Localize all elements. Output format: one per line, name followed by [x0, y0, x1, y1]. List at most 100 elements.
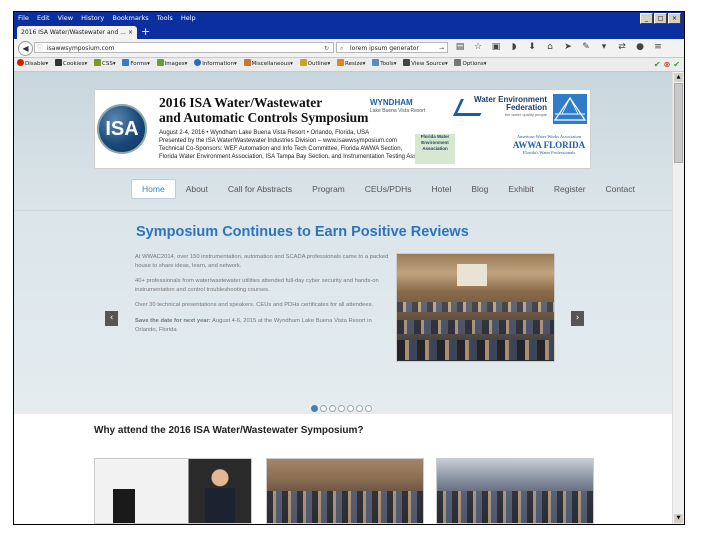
audience-thumbnail[interactable] — [266, 458, 424, 524]
carousel-dot[interactable] — [320, 405, 327, 412]
carousel-dot[interactable] — [347, 405, 354, 412]
view-source-icon — [403, 59, 411, 66]
devbar-view-source[interactable]: View Source▾ — [403, 58, 448, 71]
hero-section: ISA 2016 ISA Water/Wastewater and Automa… — [14, 72, 673, 414]
carousel-next-icon[interactable]: › — [571, 311, 584, 326]
tools-icon — [372, 59, 380, 66]
url-text: isawwsymposium.com — [47, 45, 115, 52]
site-info-icon[interactable]: ⓘ — [37, 43, 43, 54]
nav-call-for-abstracts[interactable]: Call for Abstracts — [218, 179, 302, 199]
menu-bookmarks[interactable]: Bookmarks — [109, 12, 151, 24]
send-icon[interactable]: ➤ — [562, 41, 574, 54]
pencil-icon[interactable]: ✎ — [580, 41, 592, 54]
scroll-up-icon[interactable]: ▲ — [674, 73, 683, 82]
menu-help[interactable]: Help — [178, 12, 199, 24]
home-icon[interactable]: ⌂ — [544, 41, 556, 54]
carousel-dot[interactable] — [365, 405, 372, 412]
divider — [14, 210, 673, 211]
nav-program[interactable]: Program — [302, 179, 355, 199]
conference-photo — [396, 253, 555, 362]
devbar-options[interactable]: Options▾ — [454, 58, 486, 71]
slide-paragraph: Over 30 technical presentations and spea… — [135, 302, 374, 309]
nav-blog[interactable]: Blog — [461, 179, 498, 199]
banner-info: August 2-4, 2016 • Wyndham Lake Buena Vi… — [159, 130, 438, 160]
vertical-scrollbar[interactable]: ▲ ▼ — [672, 72, 684, 524]
menu-bar: File Edit View History Bookmarks Tools H… — [14, 12, 684, 24]
dropdown-icon[interactable]: ▾ — [598, 41, 610, 54]
devbar-css[interactable]: CSS▾ — [93, 58, 116, 71]
scroll-down-icon[interactable]: ▼ — [674, 514, 683, 523]
devbar-resize[interactable]: Resize▾ — [337, 58, 365, 71]
menu-icon[interactable]: ≡ — [652, 41, 664, 54]
download-icon[interactable]: ⬇ — [526, 41, 538, 54]
tab-isa-symposium[interactable]: 2016 ISA Water/Wastewater and ... × — [17, 26, 137, 39]
search-input[interactable]: ⌕ lorem ipsum generator → — [336, 42, 448, 53]
reading-list-icon[interactable]: ▤ — [454, 41, 466, 54]
session-thumbnail[interactable] — [436, 458, 594, 524]
devbar-images[interactable]: Images▾ — [156, 58, 187, 71]
maximize-button[interactable]: □ — [654, 13, 667, 24]
menu-history[interactable]: History — [78, 12, 107, 24]
window-controls: _ □ × — [640, 13, 681, 24]
nav-register[interactable]: Register — [544, 179, 596, 199]
share-icon[interactable]: ⇄ — [616, 41, 628, 54]
carousel-dot[interactable] — [356, 405, 363, 412]
pocket-icon[interactable]: ◗ — [508, 41, 520, 54]
check-icon: ✔ — [673, 60, 680, 69]
scroll-thumb[interactable] — [674, 83, 683, 163]
clipboard-icon[interactable]: ▣ — [490, 41, 502, 54]
navigation-toolbar: ◀ ⓘ isawwsymposium.com ↻ ⌕ lorem ipsum g… — [14, 39, 684, 58]
new-tab-button[interactable]: + — [141, 24, 150, 39]
menu-edit[interactable]: Edit — [34, 12, 53, 24]
web-developer-toolbar: Disable▾ Cookies▾ CSS▾ Forms▾ Images▾ In… — [14, 58, 684, 72]
css-icon — [93, 59, 101, 66]
wef-logo: Water Environment Federation the water q… — [453, 96, 547, 122]
back-arrow-icon[interactable]: ◀ — [18, 41, 33, 56]
resize-icon — [337, 59, 345, 66]
nav-home[interactable]: Home — [131, 179, 176, 199]
menu-view[interactable]: View — [55, 12, 76, 24]
search-go-icon[interactable]: → — [439, 43, 444, 54]
miscellaneous-icon — [243, 59, 251, 66]
tab-title: 2016 ISA Water/Wastewater and ... — [21, 29, 126, 36]
page-content: ISA 2016 ISA Water/Wastewater and Automa… — [14, 72, 673, 524]
devbar-information[interactable]: Information▾ — [194, 58, 237, 71]
devbar-tools[interactable]: Tools▾ — [372, 58, 397, 71]
devbar-status: ✔ ⊗ ✔ — [654, 58, 680, 71]
carousel-dot[interactable] — [338, 405, 345, 412]
outline-icon — [299, 59, 307, 66]
minimize-button[interactable]: _ — [640, 13, 653, 24]
reload-icon[interactable]: ↻ — [324, 43, 329, 54]
nav-hotel[interactable]: Hotel — [422, 179, 462, 199]
devbar-outline[interactable]: Outline▾ — [299, 58, 330, 71]
main-nav: Home About Call for Abstracts Program CE… — [131, 179, 645, 199]
speaker-thumbnail[interactable] — [94, 458, 252, 524]
menu-file[interactable]: File — [14, 12, 32, 24]
tab-close-icon[interactable]: × — [128, 26, 133, 39]
url-bar[interactable]: ⓘ isawwsymposium.com ↻ — [34, 42, 334, 53]
search-text: lorem ipsum generator — [350, 45, 419, 52]
devbar-forms[interactable]: Forms▾ — [122, 58, 150, 71]
options-icon — [454, 59, 462, 66]
carousel-prev-icon[interactable]: ‹ — [105, 311, 118, 326]
error-icon[interactable]: ⊗ — [664, 58, 671, 71]
nav-ceus-pdhs[interactable]: CEUs/PDHs — [355, 179, 422, 199]
why-attend-heading: Why attend the 2016 ISA Water/Wastewater… — [94, 425, 364, 436]
bookmark-star-icon[interactable]: ☆ — [472, 41, 484, 54]
nav-contact[interactable]: Contact — [596, 179, 645, 199]
devbar-cookies[interactable]: Cookies▾ — [54, 58, 87, 71]
nav-exhibit[interactable]: Exhibit — [498, 179, 544, 199]
menu-tools[interactable]: Tools — [154, 12, 176, 24]
slide-paragraph: Save the date for next year: August 4-6,… — [135, 317, 372, 333]
information-icon — [194, 59, 202, 66]
devbar-disable[interactable]: Disable▾ — [17, 58, 48, 71]
profile-icon[interactable]: ● — [634, 41, 646, 54]
carousel-dot[interactable] — [329, 405, 336, 412]
carousel-dot[interactable] — [311, 405, 318, 412]
banner-title: 2016 ISA Water/Wastewater and Automatic … — [159, 95, 369, 125]
check-icon: ✔ — [653, 60, 661, 69]
nav-about[interactable]: About — [176, 179, 218, 199]
bridge-logo — [553, 94, 587, 124]
close-window-button[interactable]: × — [668, 13, 681, 24]
devbar-miscellaneous[interactable]: Miscellaneous▾ — [243, 58, 293, 71]
